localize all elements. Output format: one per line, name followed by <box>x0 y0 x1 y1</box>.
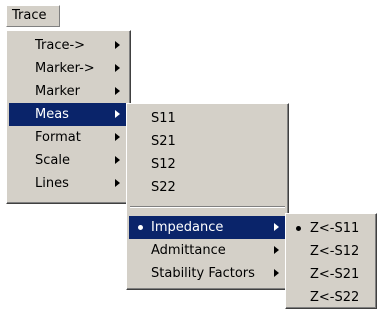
menu-item-label: Scale <box>35 153 70 168</box>
menu-item-s12[interactable]: S12 <box>129 153 286 176</box>
menubar-trace-label: Trace <box>12 8 47 23</box>
menu-item-label: Marker <box>35 84 80 99</box>
radio-bullet-icon <box>296 226 301 231</box>
trace-menu: Trace-> Marker-> Marker Meas Format Scal… <box>6 30 131 204</box>
submenu-arrow-icon <box>115 41 120 49</box>
menu-item-label: S22 <box>151 180 176 195</box>
menu-item-z-s11[interactable]: Z<-S11 <box>288 217 374 240</box>
submenu-arrow-icon <box>115 110 120 118</box>
menu-item-meas[interactable]: Meas <box>9 103 128 126</box>
submenu-arrow-icon <box>274 223 279 231</box>
menu-item-impedance[interactable]: Impedance <box>129 216 286 239</box>
menu-item-s11[interactable]: S11 <box>129 107 286 130</box>
menu-item-label: Impedance <box>151 220 224 235</box>
menu-item-label: Meas <box>35 107 69 122</box>
menu-item-label: Stability Factors <box>151 266 255 281</box>
menu-item-label: Z<-S11 <box>310 221 360 236</box>
submenu-arrow-icon <box>115 156 120 164</box>
submenu-arrow-icon <box>115 87 120 95</box>
menu-item-label: S12 <box>151 157 176 172</box>
menu-item-s21[interactable]: S21 <box>129 130 286 153</box>
menu-item-label: S11 <box>151 111 176 126</box>
menu-item-label: S21 <box>151 134 176 149</box>
menu-item-format[interactable]: Format <box>9 126 128 149</box>
menu-item-label: Lines <box>35 176 69 191</box>
menu-item-lines[interactable]: Lines <box>9 172 128 195</box>
menu-item-scale[interactable]: Scale <box>9 149 128 172</box>
menu-item-marker-to[interactable]: Marker-> <box>9 57 128 80</box>
meas-submenu: S11 S21 S12 S22 Impedance Admittance Sta… <box>126 103 289 290</box>
menu-item-z-s21[interactable]: Z<-S21 <box>288 263 374 286</box>
menu-item-label: Trace-> <box>35 38 86 53</box>
menu-item-label: Z<-S12 <box>310 244 360 259</box>
menu-item-s22[interactable]: S22 <box>129 176 286 199</box>
submenu-arrow-icon <box>115 133 120 141</box>
menu-item-label: Format <box>35 130 81 145</box>
menu-item-marker[interactable]: Marker <box>9 80 128 103</box>
menu-item-z-s12[interactable]: Z<-S12 <box>288 240 374 263</box>
menu-item-label: Marker-> <box>35 61 95 76</box>
submenu-arrow-icon <box>115 64 120 72</box>
menu-item-stability-factors[interactable]: Stability Factors <box>129 262 286 285</box>
menu-item-label: Z<-S22 <box>310 290 360 305</box>
impedance-submenu: Z<-S11 Z<-S12 Z<-S21 Z<-S22 <box>285 213 377 309</box>
menu-item-label: Z<-S21 <box>310 267 360 282</box>
menu-divider <box>130 206 285 208</box>
menu-item-z-s22[interactable]: Z<-S22 <box>288 286 374 309</box>
radio-bullet-icon <box>138 225 143 230</box>
submenu-arrow-icon <box>274 246 279 254</box>
menu-item-label: Admittance <box>151 243 226 258</box>
submenu-arrow-icon <box>274 269 279 277</box>
menu-item-trace-to[interactable]: Trace-> <box>9 34 128 57</box>
menubar-trace[interactable]: Trace <box>6 5 60 27</box>
submenu-arrow-icon <box>115 179 120 187</box>
menu-item-admittance[interactable]: Admittance <box>129 239 286 262</box>
